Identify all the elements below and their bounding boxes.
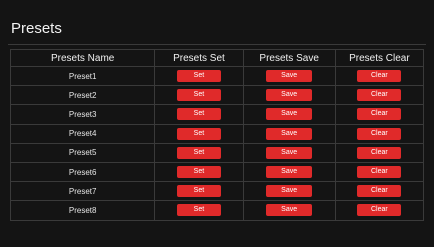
- clear-button[interactable]: Clear: [357, 70, 402, 83]
- set-button[interactable]: Set: [176, 70, 221, 83]
- table-row: Preset6 Set Save Clear: [9, 161, 425, 183]
- presets-table: Presets Name Presets Set Presets Save Pr…: [9, 49, 425, 221]
- table-row: Preset3 Set Save Clear: [9, 104, 425, 125]
- clear-button[interactable]: Clear: [357, 89, 402, 102]
- save-button[interactable]: Save: [266, 127, 313, 140]
- table-row: Preset2 Set Save Clear: [9, 85, 425, 106]
- save-button[interactable]: Save: [266, 146, 313, 159]
- clear-button[interactable]: Clear: [357, 166, 402, 179]
- title-divider: [8, 44, 426, 45]
- header-presets-name: Presets Name: [9, 49, 156, 67]
- set-button[interactable]: Set: [176, 185, 221, 198]
- header-presets-clear: Presets Clear: [334, 49, 425, 67]
- clear-button[interactable]: Clear: [357, 108, 402, 121]
- clear-button[interactable]: Clear: [357, 127, 402, 140]
- preset-name: Preset7: [9, 181, 156, 202]
- save-button[interactable]: Save: [266, 89, 313, 102]
- table-row: Preset5 Set Save Clear: [9, 142, 425, 163]
- header-presets-save: Presets Save: [242, 49, 336, 67]
- set-button[interactable]: Set: [176, 108, 221, 121]
- save-button[interactable]: Save: [266, 185, 313, 198]
- preset-name: Preset8: [9, 200, 156, 221]
- table-row: Preset4 Set Save Clear: [9, 123, 425, 144]
- preset-name: Preset4: [9, 123, 156, 144]
- set-button[interactable]: Set: [176, 204, 221, 217]
- set-button[interactable]: Set: [176, 127, 221, 140]
- set-button[interactable]: Set: [176, 146, 221, 159]
- table-row: Preset7 Set Save Clear: [9, 181, 425, 202]
- preset-name: Preset5: [9, 142, 156, 163]
- panel-title: Presets: [11, 20, 62, 37]
- save-button[interactable]: Save: [266, 108, 313, 121]
- clear-button[interactable]: Clear: [357, 204, 402, 217]
- save-button[interactable]: Save: [266, 70, 313, 83]
- save-button[interactable]: Save: [266, 204, 313, 217]
- preset-name: Preset2: [9, 85, 156, 106]
- preset-name: Preset1: [9, 65, 156, 87]
- clear-button[interactable]: Clear: [357, 146, 402, 159]
- table-row: Preset8 Set Save Clear: [9, 200, 425, 221]
- preset-name: Preset6: [9, 161, 156, 183]
- preset-name: Preset3: [9, 104, 156, 125]
- save-button[interactable]: Save: [266, 166, 313, 179]
- table-row: Preset1 Set Save Clear: [9, 65, 425, 87]
- set-button[interactable]: Set: [176, 89, 221, 102]
- header-presets-set: Presets Set: [154, 49, 244, 67]
- clear-button[interactable]: Clear: [357, 185, 402, 198]
- set-button[interactable]: Set: [176, 166, 221, 179]
- table-header-row: Presets Name Presets Set Presets Save Pr…: [9, 49, 425, 67]
- presets-panel: Presets Presets Name Presets Set Presets…: [0, 0, 434, 247]
